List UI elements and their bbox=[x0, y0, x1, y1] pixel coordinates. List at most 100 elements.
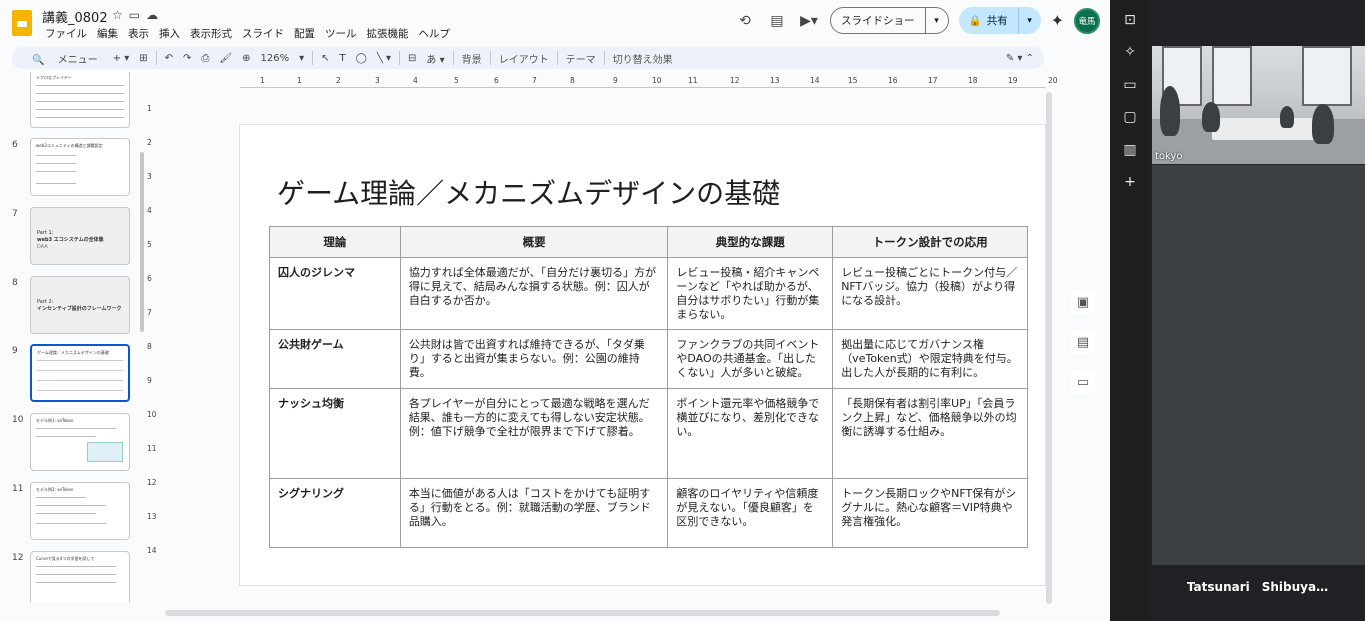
account-avatar[interactable]: 竜馬 bbox=[1074, 7, 1100, 34]
slide-thumbnail[interactable]: モデル例1: veToken bbox=[30, 413, 130, 471]
theme-button[interactable]: テーマ bbox=[561, 51, 601, 66]
filmstrip-scrollbar[interactable] bbox=[140, 152, 144, 332]
menu-tools[interactable]: ツール bbox=[320, 25, 362, 42]
slide-thumbnail[interactable]: モデル例2: veToken bbox=[30, 482, 130, 540]
menu-view[interactable]: 表示 bbox=[123, 25, 154, 42]
text-box-icon[interactable]: T bbox=[335, 53, 351, 64]
menu-insert[interactable]: 挿入 bbox=[154, 25, 185, 42]
slideshow-label[interactable]: スライドショー bbox=[831, 8, 926, 33]
vertical-scrollbar[interactable] bbox=[1046, 92, 1052, 604]
filmstrip-item-selected[interactable]: 9 ゲーム理論／メカニズムデザインの基礎 bbox=[0, 344, 150, 410]
cell-application[interactable]: 「長期保有者は割引率UP」「会員ランク上昇」など、価格競争以外の均衡に誘導する仕… bbox=[832, 388, 1028, 479]
current-slide[interactable]: ゲーム理論／メカニズムデザインの基礎 理論 概要 典型的な課題 トークン設計での… bbox=[240, 125, 1045, 585]
slide-thumbnail[interactable]: web3コミュニティの構造と課題設定 bbox=[30, 138, 130, 196]
cell-issue[interactable]: ファンクラブの共同イベントやDAOの共通基金。「出したくない」人が多いと破綻。 bbox=[667, 329, 834, 389]
slideshow-button[interactable]: スライドショー ▾ bbox=[830, 7, 949, 34]
chevron-down-icon[interactable]: ▾ bbox=[294, 53, 309, 64]
shape-icon[interactable]: ◯ bbox=[351, 53, 372, 64]
edit-mode-icon[interactable]: ✎ ▾ ⌃ bbox=[1001, 53, 1044, 64]
slides-logo-icon[interactable] bbox=[12, 10, 32, 36]
background-button[interactable]: 背景 bbox=[457, 51, 487, 66]
menu-help[interactable]: ヘルプ bbox=[414, 25, 456, 42]
cell-application[interactable]: トークン長期ロックやNFT保有がシグナルに。熱心な顧客＝VIP特典や発言権強化。 bbox=[832, 478, 1028, 548]
cloud-status-icon[interactable]: ☁ bbox=[146, 8, 158, 22]
slide-thumbnail[interactable]: ゲーム理論／メカニズムデザインの基礎 bbox=[30, 344, 130, 402]
cell-theory[interactable]: ナッシュ均衡 bbox=[269, 388, 401, 479]
cell-theory[interactable]: シグナリング bbox=[269, 478, 401, 548]
header-application[interactable]: トークン設計での応用 bbox=[832, 226, 1028, 258]
slide-canvas[interactable]: ゲーム理論／メカニズムデザインの基礎 理論 概要 典型的な課題 トークン設計での… bbox=[158, 92, 1048, 604]
input-tool-icon[interactable]: あ ▾ bbox=[421, 51, 449, 66]
menu-slide[interactable]: スライド bbox=[237, 25, 289, 42]
cell-theory[interactable]: 公共財ゲーム bbox=[269, 329, 401, 389]
cell-issue[interactable]: 顧客のロイヤリティや信頼度が見えない。「優良顧客」を区別できない。 bbox=[667, 478, 834, 548]
slide-thumbnail[interactable]: Part 2: インセンティブ設計のフレームワーク bbox=[30, 276, 130, 334]
menu-file[interactable]: ファイル bbox=[40, 25, 92, 42]
filmstrip-item[interactable]: 12 Curveで見る4つの学習を試して bbox=[0, 551, 150, 602]
share-main[interactable]: 🔒 共有 bbox=[959, 7, 1019, 34]
menu-arrange[interactable]: 配置 bbox=[289, 25, 320, 42]
gemini-sparkle-icon[interactable]: ✦ bbox=[1051, 11, 1064, 30]
cell-theory[interactable]: 囚人のジレンマ bbox=[269, 257, 401, 330]
undo-icon[interactable]: ↶ bbox=[160, 53, 178, 64]
layout-button[interactable]: レイアウト bbox=[494, 51, 554, 66]
participant-video-tokyo[interactable]: tokyo bbox=[1152, 46, 1365, 164]
paint-format-icon[interactable]: 🖌 bbox=[214, 53, 237, 64]
wallet-icon[interactable]: ▢ bbox=[1122, 109, 1138, 125]
zoom-icon[interactable]: ⊕ bbox=[237, 53, 255, 64]
book-icon[interactable]: ▥ bbox=[1122, 142, 1138, 158]
document-title[interactable]: 講義_0802 bbox=[42, 7, 108, 26]
menu-edit[interactable]: 編集 bbox=[92, 25, 123, 42]
slide-thumbnail[interactable]: Part 1: web3 エコシステムの全体像 DAA bbox=[30, 207, 130, 265]
cell-issue[interactable]: ポイント還元率や価格競争で横並びになり、差別化できない。 bbox=[667, 388, 834, 479]
transition-button[interactable]: 切り替え効果 bbox=[608, 51, 678, 66]
slide-thumbnail[interactable]: ミクロなプレイヤー bbox=[30, 72, 130, 128]
cell-application[interactable]: 拠出量に応じてガバナンス権（veToken式）や限定特典を付与。出した人が長期的… bbox=[832, 329, 1028, 389]
line-icon[interactable]: ╲ ▾ bbox=[372, 53, 396, 64]
filmstrip-item[interactable]: 6 web3コミュニティの構造と課題設定 bbox=[0, 138, 150, 204]
add-slide-icon[interactable]: ⊞ bbox=[134, 53, 152, 64]
print-icon[interactable]: ⎙ bbox=[196, 53, 214, 64]
horizontal-scrollbar[interactable] bbox=[165, 610, 1000, 616]
tasks-icon[interactable]: ▤ bbox=[1071, 330, 1095, 354]
theory-table[interactable]: 理論 概要 典型的な課題 トークン設計での応用 囚人のジレンマ 協力すれば全体最… bbox=[269, 226, 1028, 548]
comments-icon[interactable]: ▤ bbox=[766, 10, 788, 32]
menu-format[interactable]: 表示形式 bbox=[185, 25, 237, 42]
redo-icon[interactable]: ↷ bbox=[178, 53, 196, 64]
star-icon[interactable]: ☆ bbox=[112, 8, 123, 22]
keep-notes-icon[interactable]: ▣ bbox=[1071, 290, 1095, 314]
meet-video-icon[interactable]: ▶▾ bbox=[798, 10, 820, 32]
filmstrip-item[interactable]: 7 Part 1: web3 エコシステムの全体像 DAA bbox=[0, 207, 150, 273]
new-slide-icon[interactable]: + ▾ bbox=[108, 53, 135, 64]
chevron-down-icon[interactable]: ▾ bbox=[926, 16, 948, 26]
slide-thumbnail[interactable]: Curveで見る4つの学習を試して bbox=[30, 551, 130, 602]
cell-summary[interactable]: 公共財は皆で出資すれば維持できるが、「タダ乗り」すると出資が集まらない。例：公園… bbox=[399, 329, 669, 389]
comment-add-icon[interactable]: ⊟ bbox=[403, 53, 421, 64]
filmstrip-item[interactable]: 8 Part 2: インセンティブ設計のフレームワーク bbox=[0, 276, 150, 342]
search-menu[interactable]: 🔍 メニュー bbox=[22, 51, 108, 66]
bookmark-icon[interactable]: ⊡ bbox=[1122, 12, 1138, 28]
header-summary[interactable]: 概要 bbox=[399, 226, 669, 258]
filmstrip-item[interactable]: 11 モデル例2: veToken bbox=[0, 482, 150, 548]
add-icon[interactable]: + bbox=[1122, 174, 1138, 190]
participant-tile[interactable] bbox=[1152, 165, 1365, 565]
share-button[interactable]: 🔒 共有 ▾ bbox=[958, 7, 1041, 34]
move-folder-icon[interactable]: ▭ bbox=[129, 8, 140, 22]
header-issue[interactable]: 典型的な課題 bbox=[667, 226, 834, 258]
cell-summary[interactable]: 本当に価値がある人は「コストをかけても証明する」行動をとる。例：就職活動の学歴、… bbox=[399, 478, 669, 548]
header-theory[interactable]: 理論 bbox=[269, 226, 401, 258]
cell-summary[interactable]: 協力すれば全体最適だが、「自分だけ裏切る」方が得に見えて、結局みんな損する状態。… bbox=[399, 257, 669, 330]
cell-summary[interactable]: 各プレイヤーが自分にとって最適な戦略を選んだ結果、誰も一方的に変えても得しない安… bbox=[399, 388, 669, 479]
slide-title[interactable]: ゲーム理論／メカニズムデザインの基礎 bbox=[277, 172, 780, 212]
cell-application[interactable]: レビュー投稿ごとにトークン付与／NFTバッジ。協力（投稿）がより得になる設計。 bbox=[832, 257, 1028, 330]
cell-issue[interactable]: レビュー投稿・紹介キャンペーンなど「やれば助かるが、自分はサボりたい」行動が集ま… bbox=[667, 257, 834, 330]
camera-icon[interactable]: ▭ bbox=[1122, 77, 1138, 93]
select-cursor-icon[interactable]: ↖ bbox=[316, 53, 334, 64]
filmstrip-item[interactable]: ミクロなプレイヤー bbox=[0, 72, 150, 138]
menu-extensions[interactable]: 拡張機能 bbox=[362, 25, 414, 42]
chevron-down-icon[interactable]: ▾ bbox=[1019, 16, 1041, 26]
history-icon[interactable]: ⟲ bbox=[734, 10, 756, 32]
zoom-level[interactable]: 126% bbox=[255, 53, 294, 64]
folder-icon[interactable]: ▭ bbox=[1071, 370, 1095, 394]
effects-icon[interactable]: ✧ bbox=[1122, 44, 1138, 60]
